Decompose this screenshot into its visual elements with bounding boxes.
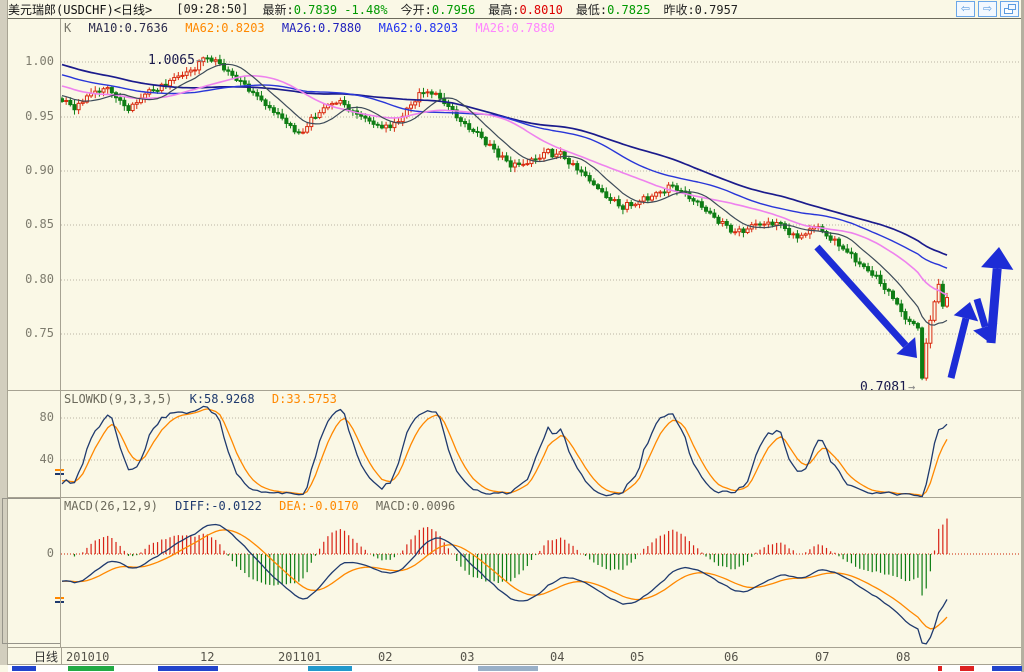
- sliver-fragment: [308, 666, 352, 671]
- ma26-label: MA26:0.7880: [281, 21, 362, 35]
- x-axis-month-label: 03: [460, 650, 475, 664]
- trend-arrow-shaft: [986, 268, 1002, 344]
- sliver-fragment: [478, 666, 538, 671]
- macd-pane-selection-box: [2, 498, 61, 644]
- slowkd-params-label: SLOWKD(9,3,3,5): [64, 392, 173, 406]
- kd-k-line: [61, 405, 948, 497]
- ma26b-label: MA26:0.7880: [475, 21, 555, 35]
- period-selector-cell[interactable]: 日线: [8, 648, 62, 664]
- ma62b-label: MA62:0.8203: [378, 21, 459, 35]
- quote-prev-close: 昨收:0.7957: [663, 2, 739, 17]
- x-axis-month-label: 06: [724, 650, 739, 664]
- quote-low: 最低:0.7825: [575, 2, 651, 17]
- sliver-fragment: [938, 666, 942, 671]
- k-chart-label: K: [64, 21, 72, 35]
- main-y-tick-label: 0.90: [25, 163, 54, 177]
- macd-y-tick-label: 0: [46, 546, 54, 560]
- forward-arrow-icon[interactable]: ⇨: [978, 1, 997, 17]
- x-axis-month-label: 201101: [278, 650, 322, 664]
- pane-divider-kd-macd[interactable]: [8, 497, 1021, 498]
- pane-divider-main-kd[interactable]: [8, 390, 1021, 391]
- slowkd-label-row: SLOWKD(9,3,3,5) K:58.9268 D:33.5753: [64, 392, 347, 406]
- header-toolbar: ⇦ ⇨: [956, 1, 1019, 17]
- back-arrow-icon[interactable]: ⇦: [956, 1, 975, 17]
- macd-pane[interactable]: [0, 497, 1024, 647]
- slowkd-d-value: D:33.5753: [271, 392, 337, 406]
- annotation-arrow-icon: →: [196, 53, 203, 67]
- sliver-fragment: [992, 666, 1022, 671]
- macd-diff-value: DIFF:-0.0122: [175, 499, 262, 513]
- plot-bottom-border: [8, 647, 1021, 648]
- main-y-tick-label: 0.85: [25, 217, 54, 231]
- quote-open: 今开:0.7956: [400, 2, 476, 17]
- macd-histogram: [73, 518, 948, 596]
- cascade-windows-icon[interactable]: [1000, 1, 1019, 17]
- background-window-sliver: [8, 665, 1022, 672]
- x-axis-month-label: 02: [378, 650, 393, 664]
- x-axis-month-label: 201010: [66, 650, 110, 664]
- y-axis-divider: [60, 19, 61, 647]
- candlestick-series: [60, 54, 949, 381]
- annotation-arrow-icon: →: [908, 380, 915, 390]
- trend-arrow-shaft: [947, 317, 970, 379]
- main-y-tick-label: 1.00: [25, 54, 54, 68]
- ma-line-ma10: [61, 63, 948, 326]
- main-candlestick-pane[interactable]: 1.0065 →0.7081 →: [0, 19, 1024, 390]
- macd-label-row: MACD(26,12,9) DIFF:-0.0122 DEA:-0.0170 M…: [64, 499, 465, 513]
- quote-last: 最新:0.7839 -1.48%: [262, 2, 388, 17]
- x-axis-month-label: 07: [815, 650, 830, 664]
- slowkd-k-value: K:58.9268: [189, 392, 255, 406]
- ma62-label: MA62:0.8203: [185, 21, 265, 35]
- quote-high: 最高:0.8010: [488, 2, 563, 17]
- sliver-fragment: [68, 666, 114, 671]
- kd-d-line: [61, 408, 948, 497]
- ma-line-ma26: [61, 74, 948, 296]
- main-y-tick-label: 0.75: [25, 326, 54, 340]
- x-axis-month-label: 12: [200, 650, 215, 664]
- kd-y-tick-label: 40: [39, 452, 54, 466]
- ma10-label: MA10:0.7636: [88, 21, 168, 35]
- sliver-fragment: [158, 666, 218, 671]
- trend-arrow-head: [981, 247, 1014, 270]
- ma-label-row: K MA10:0.7636 MA62:0.8203 MA26:0.7880 MA…: [64, 21, 565, 35]
- main-y-tick-label: 0.80: [25, 272, 54, 286]
- price-annotation: 0.7081: [860, 380, 907, 390]
- macd-params-label: MACD(26,12,9): [64, 499, 158, 513]
- macd-hist-value: MACD:0.0096: [375, 499, 456, 513]
- quote-header-bar: 美元瑞郎(USDCHF)<日线> [09:28:50] 最新:0.7839 -1…: [8, 0, 1021, 19]
- sliver-fragment: [960, 666, 974, 671]
- price-annotation: 1.0065: [148, 53, 195, 68]
- main-y-tick-label: 0.95: [25, 109, 54, 123]
- trend-arrow-shaft: [973, 298, 989, 328]
- symbol-title: 美元瑞郎(USDCHF)<日线>: [8, 2, 153, 17]
- slowkd-pane[interactable]: [0, 390, 1024, 497]
- x-axis-month-label: 08: [896, 650, 911, 664]
- trend-arrow-annotations[interactable]: [814, 244, 1014, 379]
- x-axis-month-label: 05: [630, 650, 645, 664]
- macd-dea-value: DEA:-0.0170: [279, 499, 359, 513]
- kd-y-tick-label: 80: [39, 410, 54, 424]
- quote-time: [09:28:50]: [176, 2, 249, 16]
- sliver-fragment: [12, 666, 36, 671]
- x-axis-month-label: 04: [550, 650, 565, 664]
